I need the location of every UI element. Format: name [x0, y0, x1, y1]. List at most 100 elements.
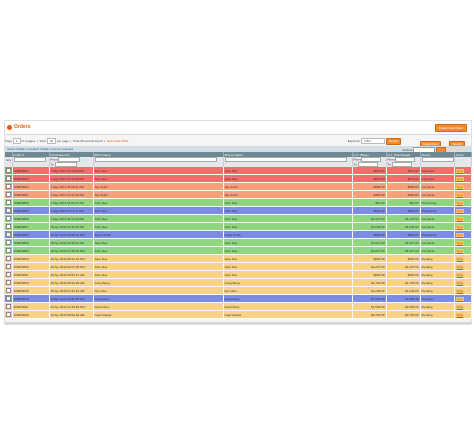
view-order-link[interactable]: View [455, 184, 464, 189]
view-order-link[interactable]: View [455, 192, 464, 197]
cell-ship-to: John Doe [223, 262, 353, 271]
view-order-link[interactable]: View [455, 232, 464, 237]
table-row[interactable]: 100000055 28 Apr 2013 09:46:11 AM Jane Doe… [5, 238, 472, 247]
filter-order-input[interactable] [13, 157, 46, 162]
cell-status: Pending [420, 254, 455, 263]
table-row[interactable]: 100000054 28 Apr 2013 04:29:03 PM John Doe… [5, 246, 472, 255]
filter-any[interactable]: Any [5, 157, 13, 162]
page-input[interactable]: 1 [12, 138, 21, 144]
row-select-checkbox[interactable] [6, 224, 11, 229]
row-select-checkbox[interactable] [6, 216, 11, 221]
view-order-link[interactable]: View [455, 200, 464, 205]
create-new-order-button[interactable]: Create New Order [434, 124, 467, 132]
table-row[interactable]: 100000060 4 May 2014 04:01:07 AM John Doe J… [5, 198, 472, 207]
cell-purchased-on: 4 May 2014 05:08:41 AM [49, 182, 94, 191]
view-order-link[interactable]: View [455, 272, 464, 277]
view-order-link[interactable]: View [455, 288, 464, 293]
cell-gt-base: $570.00 [352, 167, 387, 175]
cell-bill-to: Kip Chen [93, 286, 224, 295]
unselect-visible-link[interactable]: Unselect Visible [27, 147, 48, 151]
view-order-link[interactable]: View [455, 264, 464, 269]
row-select-checkbox[interactable] [6, 184, 11, 189]
cell-ship-to: Jane Doe [223, 254, 353, 263]
row-checkbox [5, 286, 13, 295]
view-order-link[interactable]: View [455, 296, 464, 301]
cell-gt-base: $60.00 [352, 198, 387, 207]
view-order-link[interactable]: View [455, 304, 464, 309]
cell-action: View [454, 198, 472, 207]
select-visible-link[interactable]: Select Visible [7, 147, 25, 151]
row-select-checkbox[interactable] [6, 176, 11, 181]
page-title: Orders [14, 124, 31, 130]
row-select-checkbox[interactable] [6, 232, 11, 237]
row-select-checkbox[interactable] [6, 272, 11, 277]
row-select-checkbox[interactable] [6, 168, 11, 173]
view-order-link[interactable]: View [455, 240, 464, 245]
filter-date-to[interactable] [55, 162, 78, 167]
export-control: Export to: CSV Export [348, 138, 401, 145]
table-row[interactable]: 100000049 25 Apr 2013 07:42:10 AM Kip Chen… [5, 286, 472, 295]
cell-ship-to: Pearl Glory [223, 294, 353, 303]
cell-gt-purchased: $560.00 [386, 270, 421, 279]
filter-purch-to[interactable] [392, 162, 413, 167]
cell-ship-to: Kip Chen [223, 286, 353, 295]
cell-purchased-on: 24 Apr 2013 08:02:18 AM [49, 310, 94, 319]
table-row[interactable]: 100000062 4 May 2014 05:08:41 AM Jay Smith… [5, 182, 472, 191]
filter-status-select[interactable] [421, 157, 453, 162]
row-select-checkbox[interactable] [6, 248, 11, 253]
view-order-link[interactable]: View [455, 224, 464, 229]
row-checkbox [5, 182, 13, 191]
row-checkbox [5, 174, 13, 183]
table-row[interactable]: 100000046 24 Apr 2013 08:02:18 AM Gogi Gas… [5, 310, 472, 319]
row-select-checkbox[interactable] [6, 240, 11, 245]
row-select-checkbox[interactable] [6, 280, 11, 285]
row-select-checkbox[interactable] [6, 312, 11, 317]
table-row[interactable]: 100000061 4 May 2014 10:43:19 AM Jay Smith… [5, 190, 472, 199]
table-row[interactable]: 100000064 4 May 2014 02:40:08 PM Jane Doe J… [5, 167, 472, 175]
table-row[interactable]: 100000063 4 May 2014 02:42:30 PM Jane Doe J… [5, 174, 472, 183]
view-order-link[interactable]: View [455, 248, 464, 253]
table-row[interactable]: 100000059 4 May 2013 10:12:11 AM John Doe J… [5, 206, 472, 215]
row-select-checkbox[interactable] [6, 264, 11, 269]
filter-ship-input[interactable] [224, 157, 347, 162]
row-select-checkbox[interactable] [6, 192, 11, 197]
cell-action: View [454, 278, 472, 287]
cell-action: View [454, 167, 472, 175]
view-order-link[interactable]: View [455, 256, 464, 261]
row-select-checkbox[interactable] [6, 208, 11, 213]
export-format-select[interactable]: CSV [361, 138, 386, 145]
table-row[interactable]: 400000001 24 Apr 2013 12:44:52 PM Pearl Gl… [5, 302, 472, 311]
table-row[interactable]: 100000056 29 Apr 2013 05:55:32 PM Jesse Sm… [5, 230, 472, 239]
view-order-link[interactable]: View [455, 280, 464, 285]
cell-action: View [454, 174, 472, 183]
cell-gt-base: $1,046.00 [352, 222, 387, 231]
row-select-checkbox[interactable] [6, 304, 11, 309]
table-row[interactable]: 100000048 24 Apr 2013 03:40:59 PM Pearl Gl… [5, 294, 472, 303]
view-order-link[interactable]: View [455, 176, 464, 181]
row-select-checkbox[interactable] [6, 288, 11, 293]
rss-link[interactable]: New Order RSS [107, 139, 129, 143]
cell-gt-purchased: $680.00 [386, 182, 421, 191]
row-select-checkbox[interactable] [6, 256, 11, 261]
row-select-checkbox[interactable] [6, 296, 11, 301]
row-select-checkbox[interactable] [6, 200, 11, 205]
table-row[interactable]: 100000050 25 Apr 2013 09:31:26 AM Gong Ben… [5, 278, 472, 287]
filter-bill-input[interactable] [94, 157, 217, 162]
table-row[interactable]: 100000058 3 May 2013 06:34:52 PM John Doe J… [5, 214, 472, 223]
cell-purchased-on: 26 Apr 2013 08:12:44 PM [49, 254, 94, 263]
view-order-link[interactable]: View [455, 168, 464, 173]
cell-action: View [454, 302, 472, 311]
table-row[interactable]: 100000057 29 Apr 2013 11:22:09 AM John Doe… [5, 222, 472, 231]
filter-base-to[interactable] [358, 162, 379, 167]
table-row[interactable]: 100000051 25 Apr 2013 10:51:17 AM John Doe… [5, 270, 472, 279]
view-order-link[interactable]: View [455, 216, 464, 221]
view-order-link[interactable]: View [455, 312, 464, 317]
export-button[interactable]: Export [386, 138, 401, 145]
cell-order-id: 100000054 [12, 246, 50, 255]
view-order-link[interactable]: View [455, 208, 464, 213]
pager: Page 1 of 2 pages | View 20 per page | T… [5, 138, 129, 144]
cell-order-id: 100000046 [12, 310, 50, 319]
table-row[interactable]: 100000053 26 Apr 2013 08:12:44 PM Jane Doe… [5, 254, 472, 263]
per-page-select[interactable]: 20 [46, 138, 57, 144]
table-row[interactable]: 100000052 26 Apr 2013 02:07:30 PM John Doe… [5, 262, 472, 271]
